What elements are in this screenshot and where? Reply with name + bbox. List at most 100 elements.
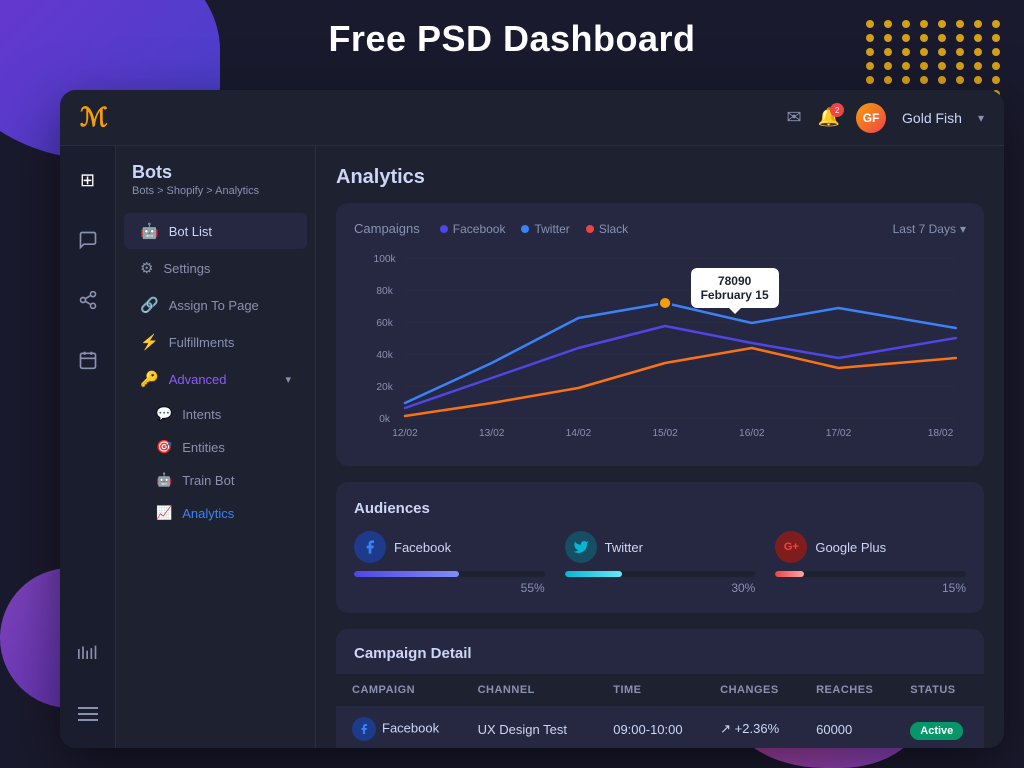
chart-range-selector[interactable]: Last 7 Days ▾ bbox=[893, 222, 966, 236]
sidebar-icon-menu[interactable] bbox=[70, 696, 106, 732]
col-channel: CHANNEL bbox=[462, 674, 598, 706]
audience-twitter-pct: 30% bbox=[565, 581, 756, 595]
sidebar-label-train-bot: Train Bot bbox=[182, 473, 234, 488]
sidebar-icon-calendar[interactable] bbox=[70, 342, 106, 378]
chart-range-label: Last 7 Days bbox=[893, 222, 956, 236]
row-time: 09:00-10:00 bbox=[597, 706, 704, 748]
sidebar-item-analytics[interactable]: 📈 Analytics bbox=[124, 497, 307, 529]
svg-text:17/02: 17/02 bbox=[826, 428, 852, 439]
svg-text:16/02: 16/02 bbox=[739, 428, 765, 439]
analytics-section-title: Analytics bbox=[336, 166, 984, 189]
page-title-bar: Free PSD Dashboard bbox=[0, 18, 1024, 60]
svg-text:20k: 20k bbox=[376, 382, 393, 393]
audiences-row: Facebook 55% Twitter bbox=[354, 531, 966, 595]
sidebar-item-settings[interactable]: ⚙ Settings bbox=[124, 250, 307, 286]
chart-header: Campaigns Facebook Twitter Slack bbox=[354, 221, 966, 236]
navbar: ℳ ✉ 🔔 2 GF Gold Fish ▾ bbox=[60, 90, 1004, 146]
svg-text:12/02: 12/02 bbox=[392, 428, 418, 439]
nav-header: Bots Bots > Shopify > Analytics bbox=[116, 162, 315, 205]
legend-label-slack: Slack bbox=[599, 222, 628, 236]
app-container: ℳ ✉ 🔔 2 GF Gold Fish ▾ ⊞ bbox=[60, 90, 1004, 748]
row-reaches: 60000 bbox=[800, 706, 894, 748]
sidebar-label-entities: Entities bbox=[182, 440, 225, 455]
sidebar-icon-chat[interactable] bbox=[70, 222, 106, 258]
train-bot-icon: 🤖 bbox=[156, 472, 172, 488]
svg-text:80k: 80k bbox=[376, 286, 393, 297]
audiences-title: Audiences bbox=[354, 500, 966, 517]
audience-facebook-name: Facebook bbox=[394, 540, 451, 555]
campaign-table: CAMPAIGN CHANNEL TIME CHANGES REACHES ST… bbox=[336, 674, 984, 748]
sidebar-item-assign[interactable]: 🔗 Assign To Page bbox=[124, 287, 307, 323]
audience-twitter-header: Twitter bbox=[565, 531, 756, 563]
advanced-chevron: ▾ bbox=[285, 373, 291, 386]
advanced-icon: 🔑 bbox=[140, 370, 159, 388]
sidebar-icon-signal[interactable] bbox=[70, 636, 106, 672]
svg-text:15/02: 15/02 bbox=[652, 428, 678, 439]
page-title: Free PSD Dashboard bbox=[0, 18, 1024, 60]
entities-icon: 🎯 bbox=[156, 439, 172, 455]
svg-text:60k: 60k bbox=[376, 318, 393, 329]
audience-google-icon: G+ bbox=[775, 531, 807, 563]
table-row: Facebook UX Design Test 09:00-10:00 ↗ +2… bbox=[336, 706, 984, 748]
sidebar-item-bot-list[interactable]: 🤖 Bot List bbox=[124, 213, 307, 249]
chart-label: Campaigns bbox=[354, 221, 420, 236]
user-menu-chevron[interactable]: ▾ bbox=[978, 111, 984, 125]
sidebar-item-train-bot[interactable]: 🤖 Train Bot bbox=[124, 464, 307, 496]
sidebar-label-fulfillments: Fulfillments bbox=[169, 335, 291, 350]
audience-google-header: G+ Google Plus bbox=[775, 531, 966, 563]
legend-dot-facebook bbox=[440, 225, 448, 233]
analytics-icon: 📈 bbox=[156, 505, 172, 521]
campaigns-chart-card: Campaigns Facebook Twitter Slack bbox=[336, 203, 984, 466]
sidebar-label-intents: Intents bbox=[182, 407, 221, 422]
sidebar-label-settings: Settings bbox=[163, 261, 291, 276]
audience-facebook-header: Facebook bbox=[354, 531, 545, 563]
col-status: STATUS bbox=[894, 674, 984, 706]
audience-facebook-bar bbox=[354, 571, 459, 577]
navbar-right: ✉ 🔔 2 GF Gold Fish ▾ bbox=[787, 103, 984, 133]
sidebar-icon-grid[interactable]: ⊞ bbox=[70, 162, 106, 198]
audience-google-bar bbox=[775, 571, 804, 577]
fulfillments-icon: ⚡ bbox=[140, 333, 159, 351]
bell-icon[interactable]: 🔔 2 bbox=[818, 107, 840, 128]
row-campaign-icon bbox=[352, 717, 376, 741]
logo: ℳ bbox=[80, 102, 108, 133]
notification-badge: 2 bbox=[830, 103, 844, 117]
avatar[interactable]: GF bbox=[856, 103, 886, 133]
sidebar-item-advanced[interactable]: 🔑 Advanced ▾ bbox=[124, 361, 307, 397]
row-campaign: Facebook bbox=[336, 706, 462, 748]
audience-twitter-bar bbox=[565, 571, 622, 577]
sidebar-item-fulfillments[interactable]: ⚡ Fulfillments bbox=[124, 324, 307, 360]
audiences-card: Audiences Facebook 55% bbox=[336, 482, 984, 613]
legend-facebook: Facebook bbox=[440, 222, 506, 236]
audience-google-pct: 15% bbox=[775, 581, 966, 595]
main-content: Analytics Campaigns Facebook Twitter bbox=[316, 146, 1004, 748]
username: Gold Fish bbox=[902, 110, 962, 126]
legend-label-facebook: Facebook bbox=[453, 222, 506, 236]
sidebar-item-entities[interactable]: 🎯 Entities bbox=[124, 431, 307, 463]
icon-sidebar: ⊞ bbox=[60, 146, 116, 748]
col-reaches: REACHES bbox=[800, 674, 894, 706]
audience-facebook-track bbox=[354, 571, 545, 577]
col-time: TIME bbox=[597, 674, 704, 706]
svg-text:14/02: 14/02 bbox=[566, 428, 592, 439]
intents-icon: 💬 bbox=[156, 406, 172, 422]
row-channel: UX Design Test bbox=[462, 706, 598, 748]
audience-facebook-icon bbox=[354, 531, 386, 563]
audience-facebook-pct: 55% bbox=[354, 581, 545, 595]
google-plus-text: G+ bbox=[784, 541, 799, 553]
legend-twitter: Twitter bbox=[521, 222, 569, 236]
mail-icon[interactable]: ✉ bbox=[787, 107, 802, 128]
assign-icon: 🔗 bbox=[140, 296, 159, 314]
legend-dot-twitter bbox=[521, 225, 529, 233]
audience-twitter-name: Twitter bbox=[605, 540, 643, 555]
settings-icon: ⚙ bbox=[140, 259, 153, 277]
sidebar-item-intents[interactable]: 💬 Intents bbox=[124, 398, 307, 430]
audience-twitter-icon bbox=[565, 531, 597, 563]
sidebar-icon-share[interactable] bbox=[70, 282, 106, 318]
legend-slack: Slack bbox=[586, 222, 628, 236]
col-campaign: CAMPAIGN bbox=[336, 674, 462, 706]
legend-dot-slack bbox=[586, 225, 594, 233]
audience-google: G+ Google Plus 15% bbox=[775, 531, 966, 595]
audience-google-name: Google Plus bbox=[815, 540, 886, 555]
app-body: ⊞ bbox=[60, 146, 1004, 748]
